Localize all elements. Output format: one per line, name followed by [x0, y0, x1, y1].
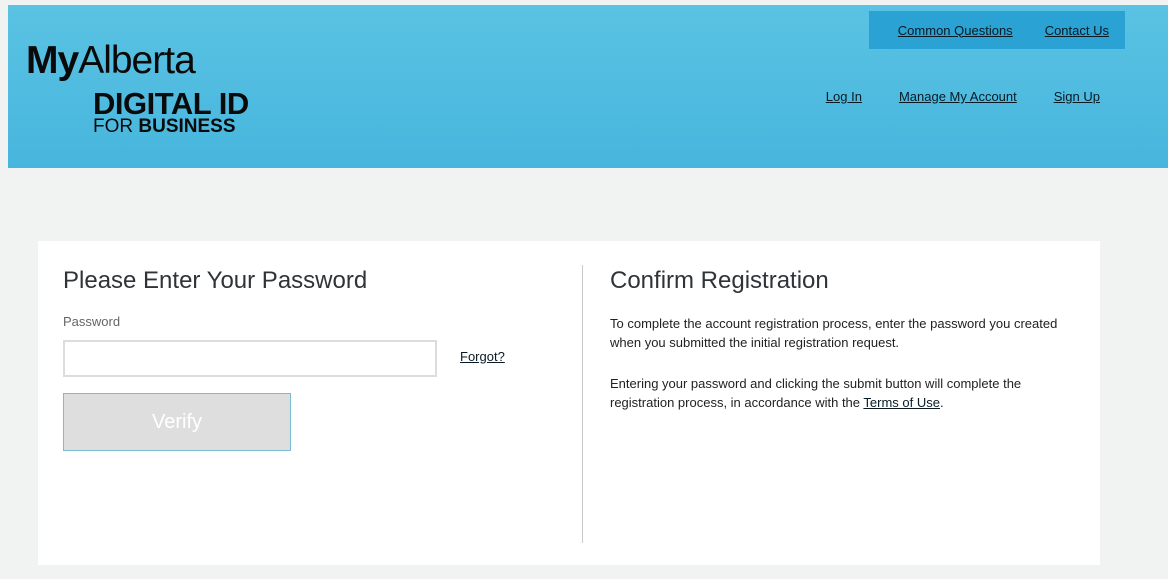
- confirm-paragraph-2-end: .: [939, 395, 944, 410]
- password-panel-title: Please Enter Your Password: [63, 267, 368, 294]
- logo-for: FOR: [93, 116, 134, 137]
- logo-digital-id: DIGITAL ID: [93, 86, 249, 121]
- verify-button[interactable]: Verify: [63, 393, 291, 451]
- confirm-paragraph-2: Entering your password and clicking the …: [610, 374, 1080, 412]
- site-header: MyAlberta DIGITAL ID FOR BUSINESS Common…: [8, 5, 1168, 168]
- manage-my-account-link[interactable]: Manage My Account: [899, 89, 1017, 104]
- logo-for-business: FOR BUSINESS: [93, 117, 236, 137]
- log-in-link[interactable]: Log In: [826, 89, 862, 104]
- utility-links-bar: Common Questions Contact Us: [869, 11, 1125, 49]
- common-questions-link[interactable]: Common Questions: [898, 23, 1013, 38]
- password-input[interactable]: [63, 340, 437, 377]
- logo-my: My: [26, 39, 79, 82]
- terms-of-use-link[interactable]: Terms of Use: [863, 395, 940, 410]
- confirm-registration-title: Confirm Registration: [610, 267, 829, 294]
- myalberta-digital-id-logo[interactable]: MyAlberta DIGITAL ID FOR BUSINESS: [26, 39, 249, 137]
- logo-business: BUSINESS: [138, 116, 236, 137]
- forgot-password-link[interactable]: Forgot?: [460, 349, 505, 364]
- logo-line-myalberta: MyAlberta: [26, 39, 196, 82]
- panel-divider: [582, 265, 583, 543]
- confirm-paragraph-1: To complete the account registration pro…: [610, 316, 1058, 350]
- password-label: Password: [63, 314, 121, 329]
- content-card: Please Enter Your Password Password Forg…: [38, 241, 1100, 565]
- main-nav: Log In Manage My Account Sign Up: [826, 89, 1100, 104]
- page: MyAlberta DIGITAL ID FOR BUSINESS Common…: [0, 0, 1168, 579]
- sign-up-link[interactable]: Sign Up: [1054, 89, 1100, 104]
- logo-alberta: Alberta: [78, 39, 196, 82]
- contact-us-link[interactable]: Contact Us: [1045, 23, 1109, 38]
- confirm-paragraph-2-text: Entering your password and clicking the …: [610, 376, 1022, 410]
